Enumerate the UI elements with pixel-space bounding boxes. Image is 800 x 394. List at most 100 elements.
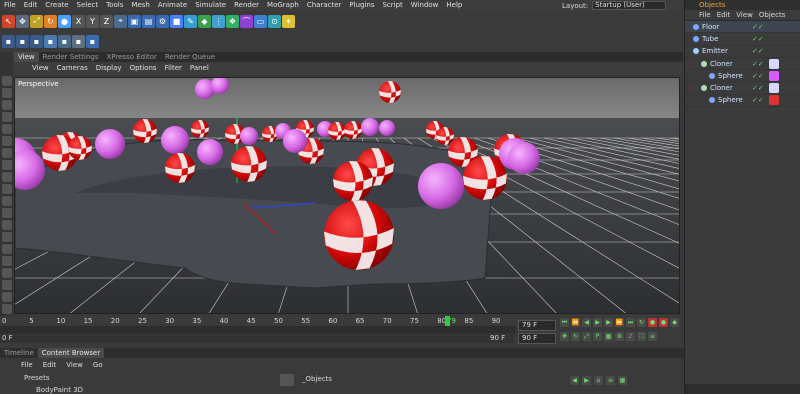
object-row[interactable]: Emitter ✓✓ xyxy=(685,46,800,58)
viewport-menu-options[interactable]: Options xyxy=(126,64,161,72)
scale-key-icon[interactable]: ⤢ xyxy=(582,332,591,341)
tab-timeline[interactable]: Timeline xyxy=(0,348,38,358)
menu-render[interactable]: Render xyxy=(230,0,263,11)
left-tool-icon[interactable] xyxy=(1,112,12,122)
menu-edit[interactable]: Edit xyxy=(20,0,42,11)
rotate-icon[interactable]: ↻ xyxy=(44,14,57,28)
menu-tools[interactable]: Tools xyxy=(102,0,127,11)
texture-mode-icon[interactable]: ▪ xyxy=(58,34,71,48)
polygons-mode-icon[interactable]: ▪ xyxy=(30,34,43,48)
left-tool-icon[interactable] xyxy=(1,160,12,170)
scale-icon[interactable]: ⤢ xyxy=(30,14,43,28)
viewport-menu-cameras[interactable]: Cameras xyxy=(53,64,92,72)
next-frame-icon[interactable]: ▶ xyxy=(604,318,613,327)
floor-icon[interactable]: ▭ xyxy=(254,14,267,28)
go-end-icon[interactable]: ⏭ xyxy=(626,318,635,327)
striped-sphere[interactable] xyxy=(68,136,92,160)
list-view-icon[interactable]: ≡ xyxy=(606,376,615,385)
visibility-checks[interactable]: ✓✓ xyxy=(752,60,764,68)
tree-item[interactable]: BodyPaint 3D xyxy=(36,386,83,394)
frame-range-bar[interactable]: 0 F 90 F xyxy=(0,333,514,343)
left-tool-icon[interactable] xyxy=(1,208,12,218)
tab-render-queue[interactable]: Render Queue xyxy=(161,52,219,62)
striped-sphere[interactable] xyxy=(379,81,401,103)
striped-sphere[interactable] xyxy=(133,119,157,143)
menu-animate[interactable]: Animate xyxy=(154,0,191,11)
visibility-checks[interactable]: ✓✓ xyxy=(752,23,764,31)
playhead[interactable] xyxy=(445,316,450,326)
autokey-icon[interactable]: ● xyxy=(659,318,668,327)
prev-key-icon[interactable]: ⏪ xyxy=(571,318,580,327)
live-selection-icon[interactable]: ↖ xyxy=(2,14,15,28)
menu-file[interactable]: File xyxy=(0,0,20,11)
browser-menu-go[interactable]: Go xyxy=(88,361,108,369)
pink-sphere[interactable] xyxy=(418,163,464,209)
visibility-checks[interactable]: ✓✓ xyxy=(752,96,764,104)
cube-icon[interactable]: ■ xyxy=(170,14,183,28)
menu-create[interactable]: Create xyxy=(41,0,72,11)
striped-sphere[interactable] xyxy=(324,200,394,270)
next-key-icon[interactable]: ⏩ xyxy=(615,318,624,327)
menu-select[interactable]: Select xyxy=(73,0,103,11)
objects-menu-file[interactable]: File xyxy=(699,10,711,20)
menu-character[interactable]: Character xyxy=(303,0,346,11)
visibility-checks[interactable]: ✓✓ xyxy=(752,35,764,43)
z-axis-icon[interactable]: Z xyxy=(100,14,113,28)
timeline-ruler[interactable]: 0 5 10 15 20 25 30 35 40 45 50 55 60 65 70 75 80 85 90 79 xyxy=(0,316,516,326)
x-axis-icon[interactable]: X xyxy=(72,14,85,28)
render-picture-viewer-icon[interactable]: ▤ xyxy=(142,14,155,28)
prev-frame-icon[interactable]: ◀ xyxy=(582,318,591,327)
left-tool-icon[interactable] xyxy=(1,304,12,314)
last-object-icon[interactable]: ● xyxy=(58,14,71,28)
viewport-menu-panel[interactable]: Panel xyxy=(186,64,213,72)
left-tool-icon[interactable] xyxy=(1,136,12,146)
visibility-checks[interactable]: ✓✓ xyxy=(752,47,764,55)
left-tool-icon[interactable] xyxy=(1,172,12,182)
object-row[interactable]: Cloner ✓✓ xyxy=(685,82,800,95)
motion-icon[interactable]: ⛶ xyxy=(637,332,646,341)
tree-item[interactable]: Presets xyxy=(24,374,49,382)
striped-sphere[interactable] xyxy=(328,122,346,140)
move-icon[interactable]: ✥ xyxy=(16,14,29,28)
browser-menu-edit[interactable]: Edit xyxy=(38,361,62,369)
forward-icon[interactable]: ▶ xyxy=(582,376,591,385)
grid-view-icon[interactable]: ▦ xyxy=(618,376,627,385)
keyframe-sel-icon[interactable]: ◆ xyxy=(670,318,679,327)
left-tool-icon[interactable] xyxy=(1,280,12,290)
menu-script[interactable]: Script xyxy=(378,0,406,11)
array-icon[interactable]: ⋮ xyxy=(212,14,225,28)
left-tool-icon[interactable] xyxy=(1,100,12,110)
pink-sphere[interactable] xyxy=(240,127,258,145)
points-mode-icon[interactable]: ▪ xyxy=(2,34,15,48)
settings-icon[interactable]: ≡ xyxy=(648,332,657,341)
render-settings-icon[interactable]: ⚙ xyxy=(156,14,169,28)
objects-menu-view[interactable]: View xyxy=(736,10,753,20)
tab-xpresso-editor[interactable]: XPresso Editor xyxy=(102,52,160,62)
pen-icon[interactable]: ✎ xyxy=(184,14,197,28)
snap-icon[interactable]: ▪ xyxy=(86,34,99,48)
param-key-icon[interactable]: P xyxy=(593,332,602,341)
striped-sphere[interactable] xyxy=(333,161,373,201)
record-icon[interactable]: ● xyxy=(648,318,657,327)
menu-simulate[interactable]: Simulate xyxy=(191,0,230,11)
go-start-icon[interactable]: ⏮ xyxy=(560,318,569,327)
left-tool-icon[interactable] xyxy=(1,220,12,230)
left-tool-icon[interactable] xyxy=(1,268,12,278)
left-tool-icon[interactable] xyxy=(1,124,12,134)
left-tool-icon[interactable] xyxy=(1,292,12,302)
left-tool-icon[interactable] xyxy=(1,76,12,86)
browser-menu-file[interactable]: File xyxy=(16,361,38,369)
object-row[interactable]: Floor ✓✓ xyxy=(685,21,800,34)
render-view-icon[interactable]: ▣ xyxy=(128,14,141,28)
layout-dropdown[interactable]: Startup (User) xyxy=(592,1,667,10)
menu-mograph[interactable]: MoGraph xyxy=(263,0,303,11)
menu-help[interactable]: Help xyxy=(442,0,466,11)
pink-sphere[interactable] xyxy=(197,139,223,165)
pink-sphere[interactable] xyxy=(161,126,189,154)
object-row[interactable]: Tube ✓✓ xyxy=(685,33,800,46)
menu-plugins[interactable]: Plugins xyxy=(345,0,378,11)
pos-key-icon[interactable]: ✥ xyxy=(560,332,569,341)
tab-render-settings[interactable]: Render Settings xyxy=(39,52,103,62)
left-tool-icon[interactable] xyxy=(1,184,12,194)
coordinate-system-icon[interactable]: ⌖ xyxy=(114,14,127,28)
